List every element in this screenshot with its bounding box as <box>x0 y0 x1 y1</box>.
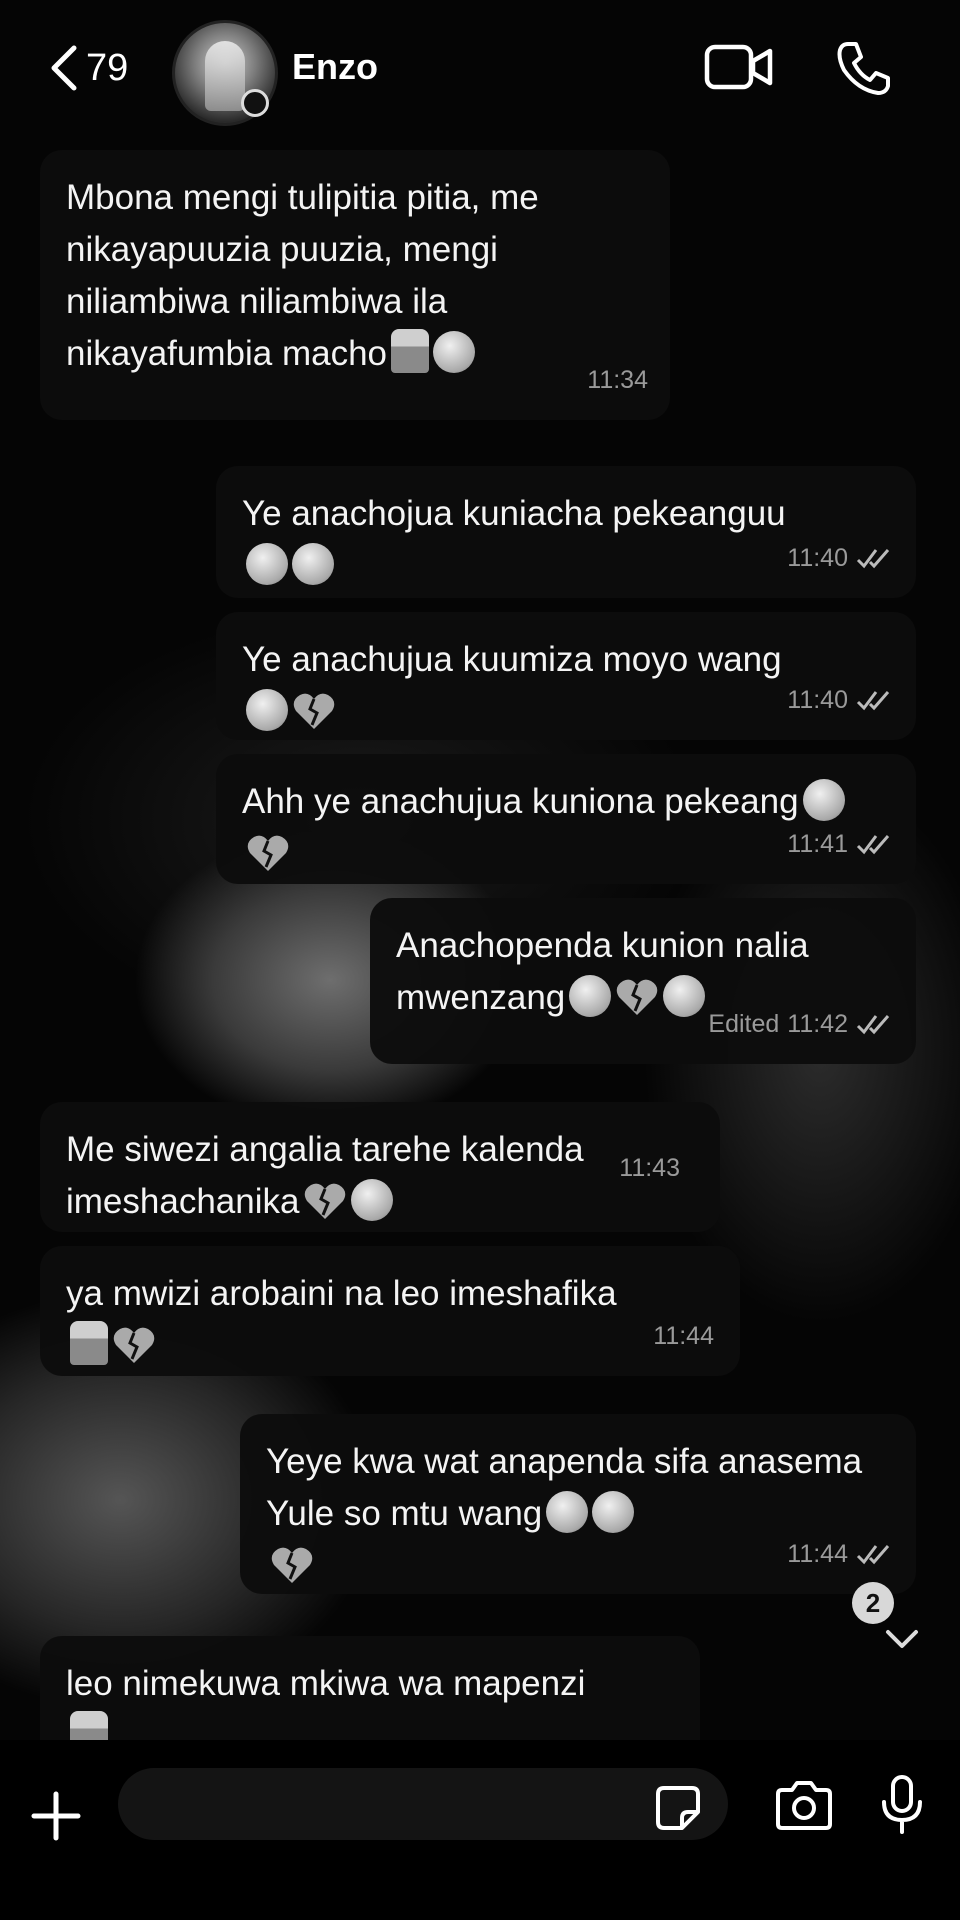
sticker-icon <box>656 1786 700 1830</box>
edited-label: Edited <box>708 1010 780 1038</box>
smiling-face-emoji <box>592 1491 635 1533</box>
person-emoji <box>70 1711 108 1740</box>
broken-heart-emoji <box>271 1547 313 1583</box>
message-outgoing[interactable]: Ye anachujua kuumiza moyo wang 11:40 <box>216 612 916 740</box>
microphone-icon <box>882 1775 922 1834</box>
message-outgoing[interactable]: Ye anachojua kuniacha pekeanguu 11:40 <box>216 466 916 598</box>
message-outgoing[interactable]: Ahh ye anachujua kuniona pekeang 11:41 <box>216 754 916 884</box>
contact-name[interactable]: Enzo <box>292 46 378 88</box>
broken-heart-emoji <box>247 835 289 871</box>
attach-button[interactable] <box>30 1790 82 1842</box>
smiling-face-emoji <box>433 331 475 373</box>
message-time: 11:43 <box>619 1154 680 1182</box>
unread-count-badge[interactable]: 2 <box>852 1582 894 1624</box>
broken-heart-emoji <box>293 693 335 729</box>
message-meta: 11:34 <box>587 354 648 406</box>
message-incoming[interactable]: ya mwizi arobaini na leo imeshafika 11:4… <box>40 1246 740 1376</box>
chevron-left-icon <box>51 45 77 91</box>
back-button[interactable]: 79 <box>48 40 128 96</box>
status-ring-icon <box>241 89 269 117</box>
message-incoming[interactable]: leo nimekuwa mkiwa wa mapenzi <box>40 1636 700 1740</box>
message-text: leo nimekuwa mkiwa wa mapenzi <box>66 1664 586 1703</box>
avatar-photo <box>205 41 245 111</box>
voice-message-button[interactable] <box>880 1774 924 1836</box>
message-incoming[interactable]: Mbona mengi tulipitia pitia, me nikayapu… <box>40 150 670 420</box>
message-text: Ye anachujua kuumiza moyo wang <box>242 640 782 679</box>
message-list[interactable]: Mbona mengi tulipitia pitia, me nikayapu… <box>0 0 960 1740</box>
message-time: 11:34 <box>587 366 648 394</box>
camera-icon <box>776 1781 832 1830</box>
read-ticks-icon <box>856 691 890 711</box>
pensive-face-emoji <box>802 779 845 821</box>
video-call-button[interactable] <box>704 42 774 92</box>
tired-face-emoji <box>292 543 334 585</box>
message-time: 11:40 <box>787 686 848 714</box>
composer-bar <box>0 1740 960 1920</box>
message-meta: 11:43 <box>619 1142 680 1194</box>
message-time: 11:44 <box>787 1540 848 1568</box>
chevron-down-icon <box>886 1630 918 1648</box>
smiling-face-emoji <box>546 1491 589 1533</box>
smiling-face-emoji <box>246 689 288 731</box>
message-meta: 11:41 <box>787 818 894 870</box>
video-camera-icon <box>704 44 773 90</box>
broken-heart-emoji <box>305 1183 346 1219</box>
voice-call-button[interactable] <box>836 40 890 96</box>
contact-avatar[interactable] <box>172 20 278 126</box>
message-time: 11:42 <box>787 1010 848 1038</box>
message-text: ya mwizi arobaini na leo imeshafika <box>66 1274 617 1313</box>
read-ticks-icon <box>856 835 890 855</box>
message-text: Mbona mengi tulipitia pitia, me nikayapu… <box>66 178 549 373</box>
camera-button[interactable] <box>774 1780 834 1832</box>
message-meta: 11:40 <box>787 532 894 584</box>
message-meta: 11:44 <box>653 1310 714 1362</box>
message-text: Ahh ye anachujua kuniona pekeang <box>242 782 799 821</box>
plus-icon <box>31 1791 81 1841</box>
sticker-button[interactable] <box>654 1784 702 1832</box>
message-text: Ye anachojua kuniacha pekeanguu <box>242 494 786 533</box>
message-incoming[interactable]: Me siwezi angalia tarehe kalenda imeshac… <box>40 1102 720 1232</box>
pleading-face-emoji <box>351 1179 394 1221</box>
message-meta: 11:44 <box>787 1528 894 1580</box>
message-time: 11:40 <box>787 544 848 572</box>
smiling-face-emoji <box>663 975 706 1017</box>
pensive-face-emoji <box>569 975 612 1017</box>
message-time: 11:41 <box>787 830 848 858</box>
chat-header: 79 Enzo <box>0 0 960 140</box>
person-emoji <box>391 329 429 373</box>
read-ticks-icon <box>856 1015 890 1035</box>
read-ticks-icon <box>856 549 890 569</box>
broken-heart-emoji <box>113 1327 155 1363</box>
message-outgoing[interactable]: Anachopenda kunion nalia mwenzang Edited… <box>370 898 916 1064</box>
message-input[interactable] <box>118 1768 728 1840</box>
tired-face-emoji <box>246 543 288 585</box>
person-emoji <box>70 1321 108 1365</box>
read-ticks-icon <box>856 1545 890 1565</box>
phone-icon <box>837 42 890 95</box>
scroll-to-bottom-button[interactable] <box>882 1624 922 1654</box>
message-meta: 11:40 <box>787 674 894 726</box>
message-outgoing[interactable]: Yeye kwa wat anapenda sifa anasema Yule … <box>240 1414 916 1594</box>
message-meta: Edited 11:42 <box>708 998 894 1050</box>
message-time: 11:44 <box>653 1322 714 1350</box>
back-count: 79 <box>86 46 129 89</box>
broken-heart-emoji <box>617 979 658 1015</box>
